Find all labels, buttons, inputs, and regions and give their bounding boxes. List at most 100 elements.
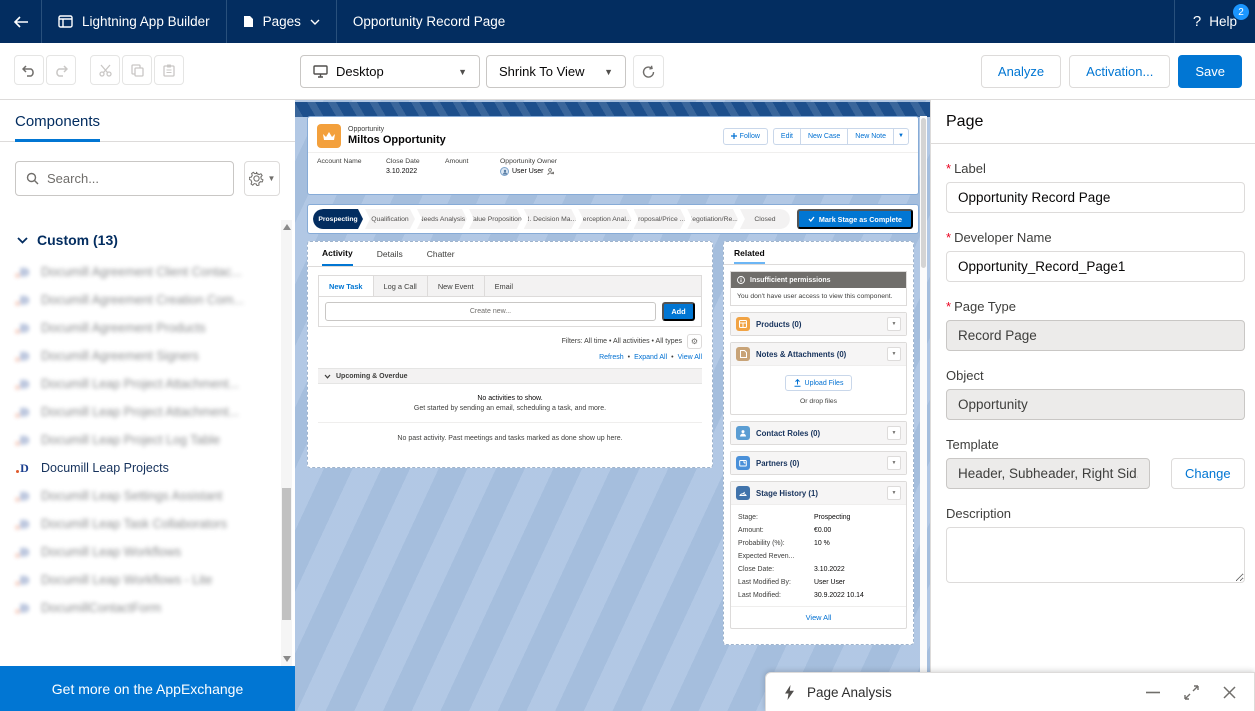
- tab-related[interactable]: Related: [734, 248, 765, 264]
- component-list-item[interactable]: DDocumill Leap Project Log Table: [0, 426, 295, 454]
- required-marker: *: [946, 299, 951, 314]
- component-list-item-documill-leap-projects[interactable]: DDocumill Leap Projects: [0, 454, 295, 482]
- caret-down-icon[interactable]: ▼: [887, 317, 901, 331]
- path-stage[interactable]: Perception Anal...: [578, 209, 631, 229]
- view-all-link[interactable]: View All: [678, 354, 702, 361]
- caret-down-icon[interactable]: ▼: [887, 426, 901, 440]
- component-list-item[interactable]: DDocumill Leap Workflows: [0, 538, 295, 566]
- path-stage-prospecting[interactable]: Prospecting: [313, 209, 363, 229]
- component-search: [15, 161, 234, 196]
- component-list-item[interactable]: DDocumill Agreement Creation Com...: [0, 286, 295, 314]
- notes-icon: [736, 347, 750, 361]
- new-note-button[interactable]: New Note: [847, 128, 893, 145]
- scroll-up-arrow-icon[interactable]: [283, 224, 291, 230]
- redo-button[interactable]: [46, 55, 76, 85]
- scrollbar-thumb[interactable]: [282, 488, 291, 620]
- custom-section-header[interactable]: Custom (13): [17, 232, 295, 248]
- minimize-icon[interactable]: [1146, 691, 1160, 694]
- tab-chatter[interactable]: Chatter: [427, 242, 455, 266]
- change-template-button[interactable]: Change: [1171, 458, 1245, 489]
- path-component[interactable]: Prospecting Qualification Needs Analysis…: [307, 204, 919, 234]
- paste-button[interactable]: [154, 55, 184, 85]
- follow-button[interactable]: Follow: [723, 128, 768, 145]
- add-button[interactable]: Add: [662, 302, 695, 321]
- zoom-selector-dropdown[interactable]: Shrink To View ▼: [486, 55, 626, 88]
- component-list-item[interactable]: DDocumill Agreement Client Contac...: [0, 258, 295, 286]
- upload-files-button[interactable]: Upload Files: [785, 375, 853, 391]
- composer-tab-log-a-call[interactable]: Log a Call: [374, 276, 428, 296]
- refresh-button[interactable]: [633, 55, 664, 88]
- activity-tabs-component[interactable]: Activity Details Chatter New Task Log a …: [307, 241, 713, 468]
- more-actions-dropdown[interactable]: ▼: [893, 128, 909, 145]
- last-modified-by-link[interactable]: User User: [814, 579, 845, 586]
- component-list-item[interactable]: DDocumill Agreement Products: [0, 314, 295, 342]
- label-input[interactable]: [946, 182, 1245, 213]
- expand-icon[interactable]: [1184, 685, 1199, 700]
- refresh-link[interactable]: Refresh: [599, 354, 624, 361]
- back-button[interactable]: [0, 0, 42, 43]
- device-selector-dropdown[interactable]: Desktop ▼: [300, 55, 480, 88]
- canvas-scrollbar[interactable]: [920, 116, 927, 700]
- component-search-input[interactable]: [47, 171, 223, 186]
- path-stage[interactable]: Value Proposition: [469, 209, 522, 229]
- scroll-down-arrow-icon[interactable]: [283, 656, 291, 662]
- path-stage[interactable]: Closed: [740, 209, 790, 229]
- scrollbar-thumb[interactable]: [921, 118, 926, 268]
- activation-button[interactable]: Activation...: [1069, 55, 1170, 88]
- related-lists-component[interactable]: Related Insufficient permissions You don…: [723, 241, 914, 645]
- field-label: Opportunity Owner: [500, 158, 557, 165]
- save-button[interactable]: Save: [1178, 55, 1242, 88]
- change-owner-icon[interactable]: [547, 168, 554, 176]
- component-list-item[interactable]: DDocumill Leap Workflows - Lite: [0, 566, 295, 594]
- component-list-item[interactable]: DDocumill Leap Task Collaborators: [0, 510, 295, 538]
- path-stage[interactable]: Negotiation/Re...: [687, 209, 738, 229]
- composer-tab-email[interactable]: Email: [485, 276, 523, 296]
- path-stage[interactable]: Id. Decision Ma...: [524, 209, 577, 229]
- tab-activity[interactable]: Activity: [322, 242, 353, 266]
- caret-down-icon[interactable]: ▼: [887, 486, 901, 500]
- component-list-item[interactable]: DDocumill Leap Settings Assistant: [0, 482, 295, 510]
- app-builder-tab[interactable]: Lightning App Builder: [42, 0, 227, 43]
- component-list-item[interactable]: DDocumill Leap Project Attachment...: [0, 370, 295, 398]
- related-list-stage-history: Stage History (1) ▼ Stage:Prospecting Am…: [730, 481, 907, 629]
- expand-all-link[interactable]: Expand All: [634, 354, 667, 361]
- path-stage[interactable]: Needs Analysis: [417, 209, 467, 229]
- undo-button[interactable]: [14, 55, 44, 85]
- caret-down-icon: ▼: [268, 174, 276, 183]
- tab-details[interactable]: Details: [377, 242, 403, 266]
- help-button[interactable]: ? Help 2: [1174, 0, 1255, 43]
- path-stage[interactable]: Qualification: [365, 209, 415, 229]
- edit-button[interactable]: Edit: [773, 128, 800, 145]
- path-stage[interactable]: Proposal/Price ...: [634, 209, 686, 229]
- documill-logo-icon: D: [17, 265, 32, 280]
- copy-button[interactable]: [122, 55, 152, 85]
- developer-name-input[interactable]: [946, 251, 1245, 282]
- caret-down-icon: ▼: [604, 67, 613, 77]
- analyze-button[interactable]: Analyze: [981, 55, 1061, 88]
- cut-button[interactable]: [90, 55, 120, 85]
- copy-icon: [131, 64, 144, 77]
- activity-filter-gear-icon[interactable]: ⚙: [687, 334, 702, 349]
- pages-dropdown[interactable]: Pages: [227, 0, 337, 43]
- composer-tab-new-task[interactable]: New Task: [319, 276, 374, 296]
- sidebar-scrollbar[interactable]: [281, 220, 292, 666]
- description-textarea[interactable]: [946, 527, 1245, 583]
- appexchange-button[interactable]: Get more on the AppExchange: [0, 666, 295, 711]
- component-list-item[interactable]: DDocumill Leap Project Attachment...: [0, 398, 295, 426]
- caret-down-icon[interactable]: ▼: [887, 347, 901, 361]
- close-icon[interactable]: [1223, 686, 1236, 699]
- related-list-partners: Partners (0) ▼: [730, 451, 907, 475]
- app-builder-title: Lightning App Builder: [82, 14, 210, 29]
- composer-tab-new-event[interactable]: New Event: [428, 276, 485, 296]
- caret-down-icon[interactable]: ▼: [887, 456, 901, 470]
- highlights-panel-component[interactable]: Opportunity Miltos Opportunity Follow Ed…: [307, 116, 919, 195]
- new-case-button[interactable]: New Case: [800, 128, 847, 145]
- component-settings-dropdown[interactable]: ▼: [244, 161, 280, 196]
- create-new-input[interactable]: [325, 302, 656, 321]
- stage-history-view-all-link[interactable]: View All: [731, 606, 906, 628]
- owner-link[interactable]: User User: [512, 168, 544, 176]
- component-list-item[interactable]: DDocumillContactForm: [0, 594, 295, 622]
- upcoming-overdue-section[interactable]: Upcoming & Overdue: [318, 368, 702, 384]
- component-list-item[interactable]: DDocumill Agreement Signers: [0, 342, 295, 370]
- mark-stage-complete-button[interactable]: Mark Stage as Complete: [797, 209, 913, 229]
